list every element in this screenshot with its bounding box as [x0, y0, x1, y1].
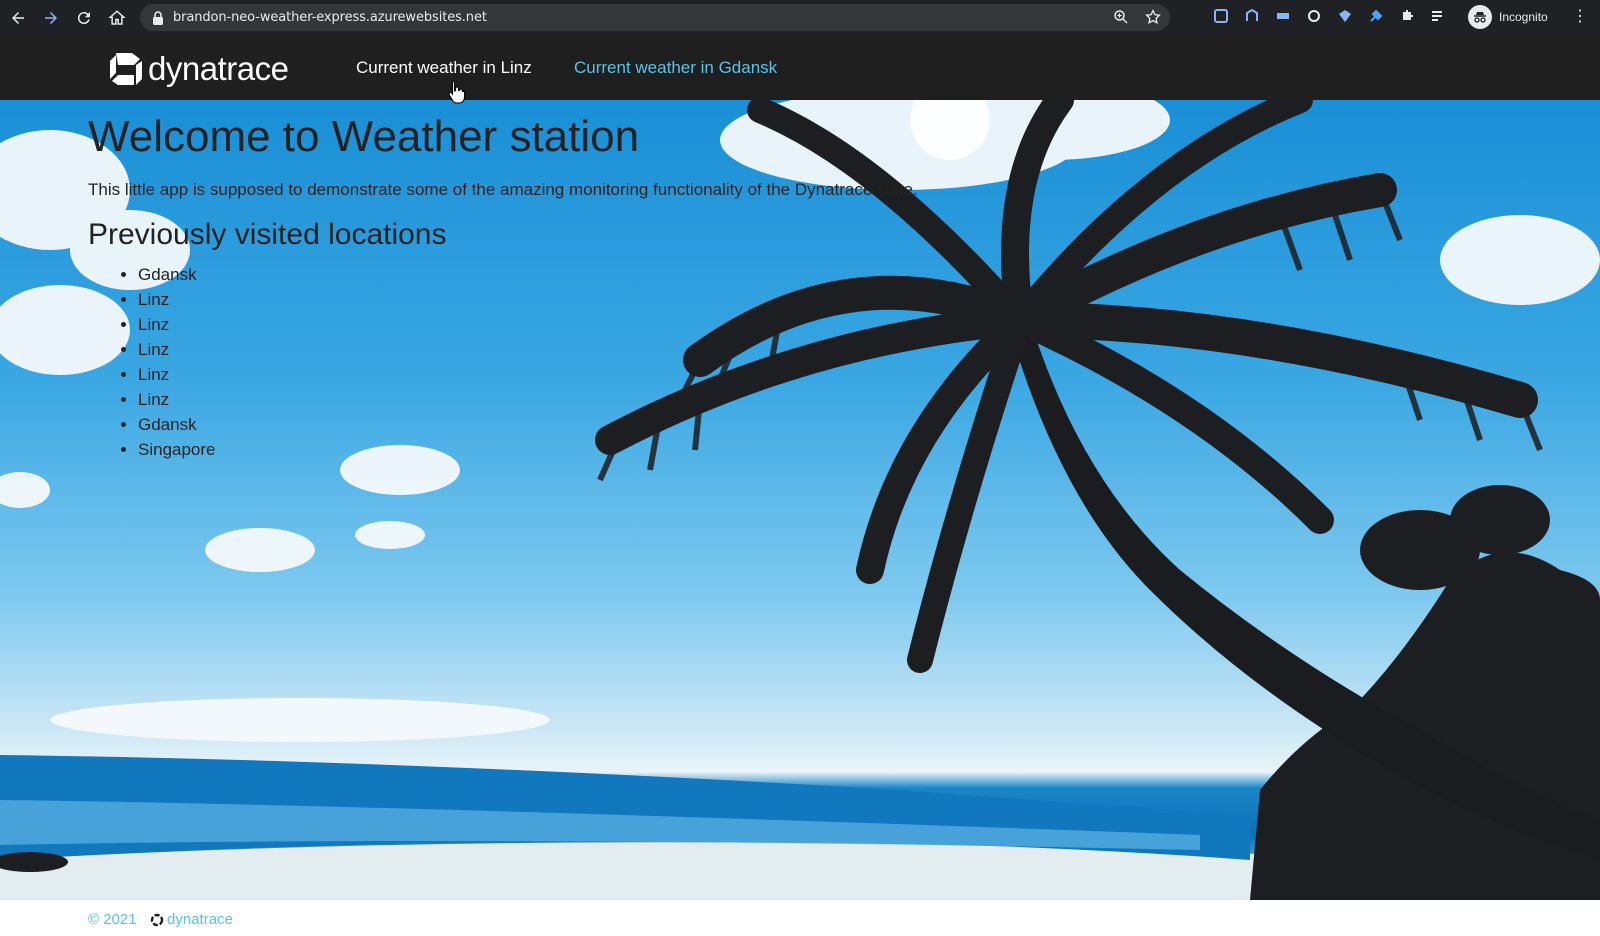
extension-icon[interactable] [1429, 7, 1447, 25]
intro-text: This little app is supposed to demonstra… [88, 180, 918, 199]
list-item: Gdansk [138, 412, 918, 437]
locations-heading: Previously visited locations [88, 218, 447, 251]
home-icon[interactable] [102, 3, 132, 33]
incognito-indicator[interactable]: Incognito [1468, 5, 1548, 29]
menu-icon[interactable]: ⋮ [1572, 8, 1588, 26]
url-text: brandon-neo-weather-express.azurewebsite… [173, 10, 487, 25]
list-item: Linz [138, 362, 918, 387]
extension-icon[interactable] [1212, 7, 1230, 25]
extension-icon[interactable] [1243, 7, 1261, 25]
lock-icon [153, 10, 163, 25]
footer-logo-text: dynatrace [167, 911, 233, 928]
extension-icon[interactable] [1336, 7, 1354, 25]
back-icon[interactable] [3, 3, 33, 33]
list-item: Linz [138, 287, 918, 312]
copyright-text: © 2021 [88, 911, 137, 928]
list-item: Linz [138, 337, 918, 362]
incognito-icon [1468, 5, 1492, 29]
site-logo[interactable]: dynatrace [108, 50, 289, 88]
reload-icon[interactable] [69, 3, 99, 33]
star-icon[interactable] [1144, 8, 1162, 26]
dynatrace-logo-icon [110, 53, 142, 85]
locations-list: Gdansk Linz Linz Linz Linz Linz Gdansk S… [138, 262, 918, 462]
hand-cursor-icon [448, 80, 466, 104]
logo-text: dynatrace [148, 50, 289, 87]
forward-icon[interactable] [36, 3, 66, 33]
extension-icon[interactable] [1274, 7, 1292, 25]
list-item: Gdansk [138, 262, 918, 287]
list-item: Singapore [138, 437, 918, 462]
zoom-icon[interactable] [1112, 8, 1130, 26]
footer-logo: dynatrace [150, 911, 233, 928]
main-content: Welcome to Weather station This little a… [88, 112, 918, 462]
list-item: Linz [138, 387, 918, 412]
page-title: Welcome to Weather station [88, 112, 640, 161]
nav-link-linz[interactable]: Current weather in Linz [356, 58, 532, 78]
address-bar[interactable]: brandon-neo-weather-express.azurewebsite… [140, 4, 1170, 31]
incognito-label: Incognito [1499, 10, 1548, 24]
extension-icon[interactable] [1305, 7, 1323, 25]
nav-link-gdansk[interactable]: Current weather in Gdansk [574, 58, 777, 78]
hero-section: Welcome to Weather station This little a… [0, 100, 1600, 900]
extension-icon[interactable] [1367, 7, 1385, 25]
list-item: Linz [138, 312, 918, 337]
extension-icon[interactable] [1398, 7, 1416, 25]
browser-toolbar: brandon-neo-weather-express.azurewebsite… [0, 0, 1600, 35]
dynatrace-logo-icon [150, 913, 164, 926]
site-header: dynatrace Current weather in Linz Curren… [0, 35, 1600, 100]
site-footer: © 2021 dynatrace [0, 900, 1600, 936]
